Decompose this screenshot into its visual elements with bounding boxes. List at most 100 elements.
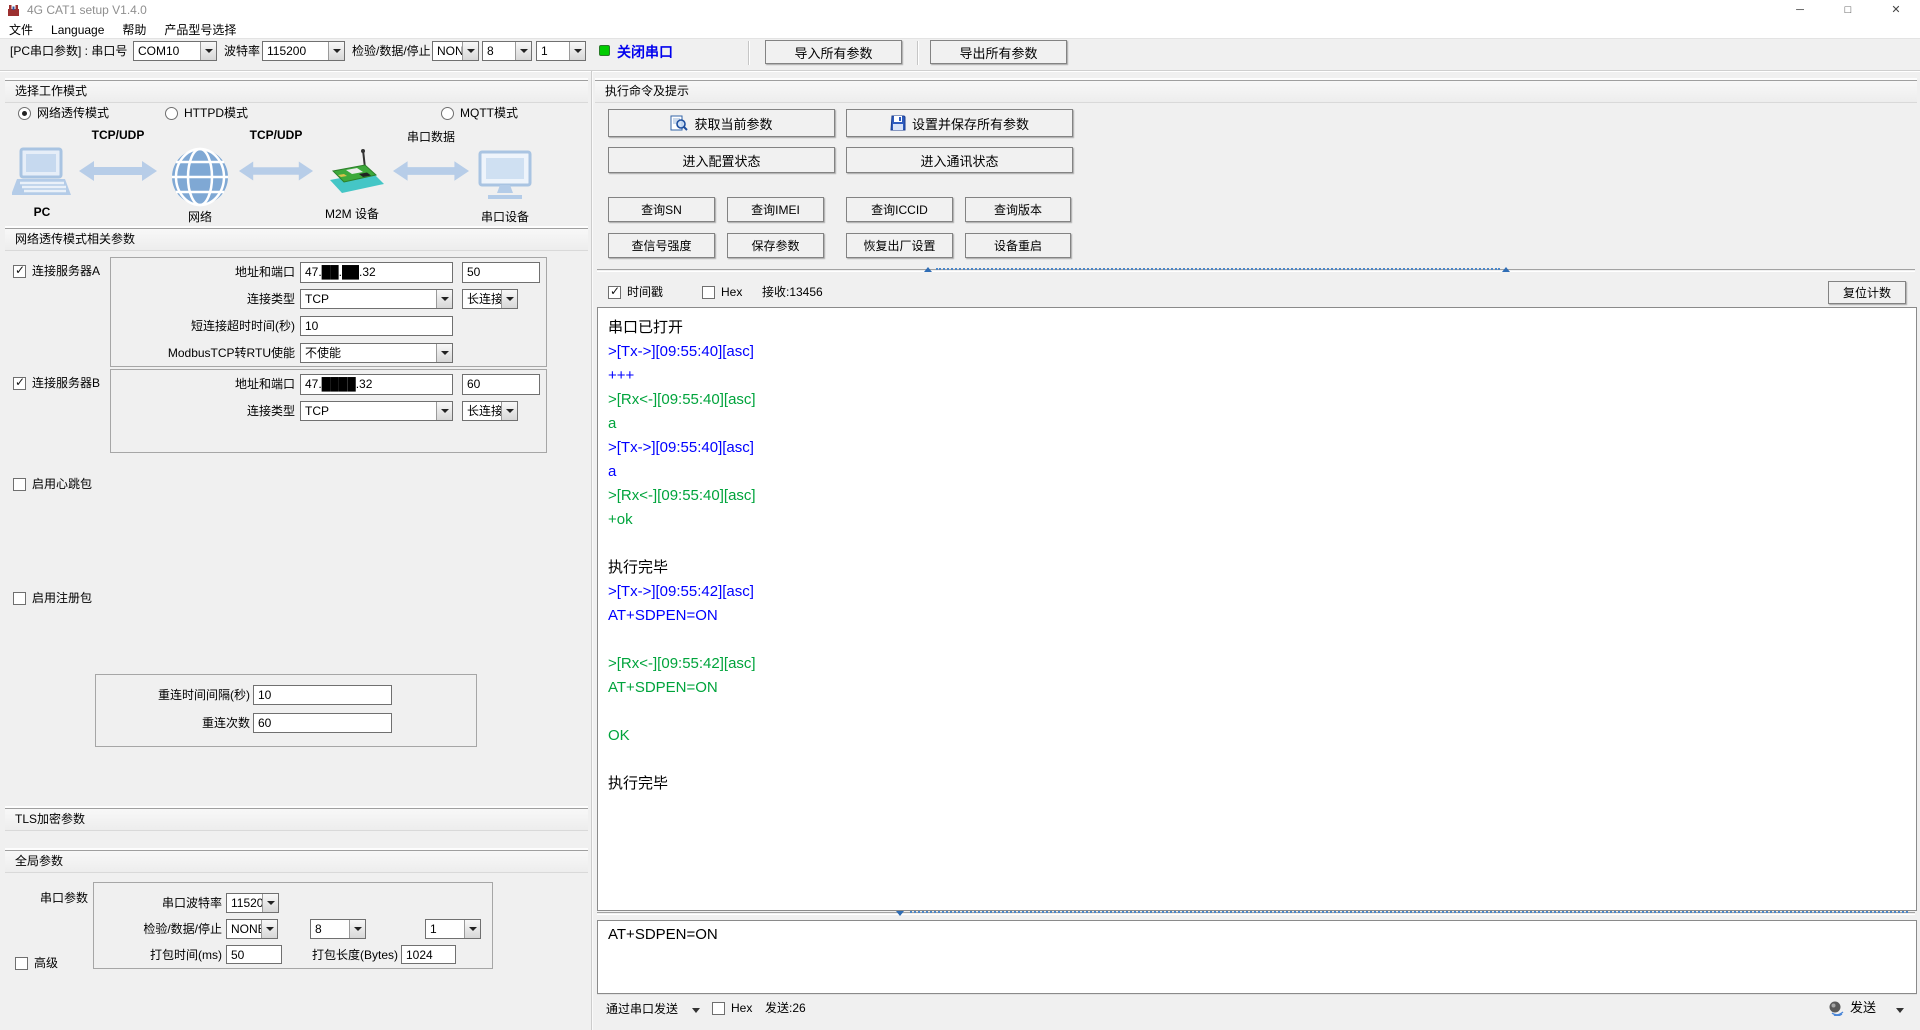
- reconnect-count-input[interactable]: 60: [253, 713, 392, 733]
- pack-time-input[interactable]: 50: [226, 945, 282, 964]
- log-line: >[Rx<-][09:55:40][asc]: [608, 484, 1906, 508]
- save-params-button[interactable]: 保存参数: [727, 233, 824, 258]
- panel-divider: [591, 71, 593, 1030]
- serial-parity-value: NONE: [227, 920, 261, 938]
- server-a-keepalive-select[interactable]: 长连接: [462, 289, 518, 309]
- menu-product-model[interactable]: 产品型号选择: [155, 21, 245, 38]
- register-checkbox[interactable]: [13, 592, 26, 605]
- chevron-down-icon[interactable]: [692, 1008, 700, 1013]
- menu-help[interactable]: 帮助: [113, 21, 155, 38]
- serial-baud-label: 串口波特率: [100, 893, 222, 914]
- serial-baud-select[interactable]: 115200: [226, 893, 279, 913]
- server-b-keepalive-value: 长连接: [463, 402, 501, 420]
- set-save-params-button[interactable]: 设置并保存所有参数: [846, 109, 1073, 137]
- splitter-grip[interactable]: [936, 268, 1500, 270]
- server-a-timeout-label: 短连接超时时间(秒): [95, 316, 295, 337]
- server-a-type-value: TCP: [301, 290, 436, 308]
- close-port-button[interactable]: 关闭串口: [617, 42, 673, 62]
- mode-radio-httpd[interactable]: [165, 107, 178, 120]
- query-iccid-button[interactable]: 查询ICCID: [846, 197, 953, 222]
- reconnect-interval-label: 重连时间间隔(秒): [100, 685, 250, 706]
- server-a-timeout-input[interactable]: 10: [300, 316, 453, 336]
- chevron-down-icon: [462, 42, 478, 60]
- log-line: +ok: [608, 508, 1906, 532]
- timestamp-label: 时间戳: [627, 282, 663, 302]
- device-restart-button[interactable]: 设备重启: [965, 233, 1071, 258]
- server-b-port-input[interactable]: 60: [462, 374, 540, 395]
- send-button[interactable]: 发送: [1850, 998, 1876, 1018]
- maximize-button[interactable]: □: [1826, 0, 1870, 21]
- close-button[interactable]: ✕: [1874, 0, 1918, 21]
- server-b-keepalive-select[interactable]: 长连接: [462, 401, 518, 421]
- diagram-link3-label: 串口数据: [392, 128, 470, 145]
- com-port-select[interactable]: COM10: [133, 41, 217, 61]
- databits-select[interactable]: 8: [482, 41, 532, 61]
- send-via-dropdown[interactable]: 通过串口发送: [606, 999, 678, 1019]
- server-b-checkbox[interactable]: [13, 377, 26, 390]
- hex-send-checkbox[interactable]: [712, 1002, 725, 1015]
- server-a-addr-label: 地址和端口: [95, 262, 295, 283]
- server-a-address-input[interactable]: 47.██.██.32: [300, 262, 453, 283]
- mode-radio-transparent[interactable]: [18, 107, 31, 120]
- get-params-button[interactable]: 获取当前参数: [608, 109, 835, 137]
- splitter-collapse-up-icon[interactable]: [924, 267, 932, 272]
- chevron-down-icon: [436, 290, 452, 308]
- parity-select[interactable]: NONE: [432, 41, 479, 61]
- minimize-button[interactable]: ─: [1778, 0, 1822, 21]
- query-sn-button[interactable]: 查询SN: [608, 197, 715, 222]
- advanced-checkbox[interactable]: [15, 957, 28, 970]
- server-b-type-select[interactable]: TCP: [300, 401, 453, 421]
- serial-databits-select[interactable]: 8: [310, 919, 366, 939]
- server-a-port-input[interactable]: 50: [462, 262, 540, 283]
- toolbar-separator: [748, 41, 750, 65]
- menu-file[interactable]: 文件: [0, 21, 42, 38]
- reconnect-interval-input[interactable]: 10: [253, 685, 392, 705]
- app-window: 4G CAT1 setup V1.4.0 ─ □ ✕ 文件 Language 帮…: [0, 0, 1920, 1030]
- query-version-button[interactable]: 查询版本: [965, 197, 1071, 222]
- enter-config-button[interactable]: 进入配置状态: [608, 147, 835, 173]
- server-a-checkbox[interactable]: [13, 265, 26, 278]
- chevron-down-icon: [328, 42, 344, 60]
- stopbits-select[interactable]: 1: [536, 41, 586, 61]
- hex-recv-checkbox[interactable]: [702, 286, 715, 299]
- hex-recv-label: Hex: [721, 282, 742, 302]
- send-input[interactable]: AT+SDPEN=ON: [597, 920, 1917, 994]
- mode-radio-mqtt[interactable]: [441, 107, 454, 120]
- work-mode-section-header: 选择工作模式: [5, 80, 588, 102]
- factory-reset-button[interactable]: 恢复出厂设置: [846, 233, 953, 258]
- serial-parity-select[interactable]: NONE: [226, 919, 278, 939]
- baud-select[interactable]: 115200: [262, 41, 345, 61]
- menu-language[interactable]: Language: [42, 23, 113, 37]
- search-doc-icon: [670, 115, 688, 131]
- export-params-button[interactable]: 导出所有参数: [930, 40, 1067, 64]
- log-output[interactable]: 串口已打开>[Tx->][09:55:40][asc]+++>[Rx<-][09…: [597, 307, 1917, 911]
- pack-len-input[interactable]: 1024: [401, 945, 456, 964]
- log-line: >[Tx->][09:55:42][asc]: [608, 580, 1906, 604]
- serial-stopbits-select[interactable]: 1: [425, 919, 481, 939]
- log-line: 执行完毕: [608, 772, 1906, 796]
- server-a-modbus-select[interactable]: 不使能: [300, 343, 453, 363]
- query-imei-button[interactable]: 查询IMEI: [727, 197, 824, 222]
- chevron-down-icon: [515, 42, 531, 60]
- chevron-down-icon: [349, 920, 365, 938]
- server-a-type-label: 连接类型: [95, 289, 295, 310]
- timestamp-checkbox[interactable]: [608, 286, 621, 299]
- chevron-down-icon[interactable]: [1896, 1008, 1904, 1013]
- advanced-label: 高级: [34, 953, 58, 973]
- heartbeat-label: 启用心跳包: [32, 474, 92, 494]
- reset-counter-button[interactable]: 复位计数: [1828, 281, 1906, 304]
- import-params-button[interactable]: 导入所有参数: [765, 40, 902, 64]
- splitter-grip[interactable]: [910, 911, 1908, 913]
- splitter-collapse-down-icon[interactable]: [896, 911, 904, 916]
- diagram-serial-dev-label: 串口设备: [472, 208, 538, 225]
- server-a-type-select[interactable]: TCP: [300, 289, 453, 309]
- diagram-link2-label: TCP/UDP: [238, 128, 314, 142]
- query-signal-button[interactable]: 查信号强度: [608, 233, 715, 258]
- server-b-type-label: 连接类型: [95, 401, 295, 422]
- enter-comm-button[interactable]: 进入通讯状态: [846, 147, 1073, 173]
- server-b-address-input[interactable]: 47.████.32: [300, 374, 453, 395]
- databits-value: 8: [483, 42, 515, 60]
- splitter-collapse-up-icon[interactable]: [1502, 267, 1510, 272]
- server-a-label: 连接服务器A: [32, 261, 100, 281]
- heartbeat-checkbox[interactable]: [13, 478, 26, 491]
